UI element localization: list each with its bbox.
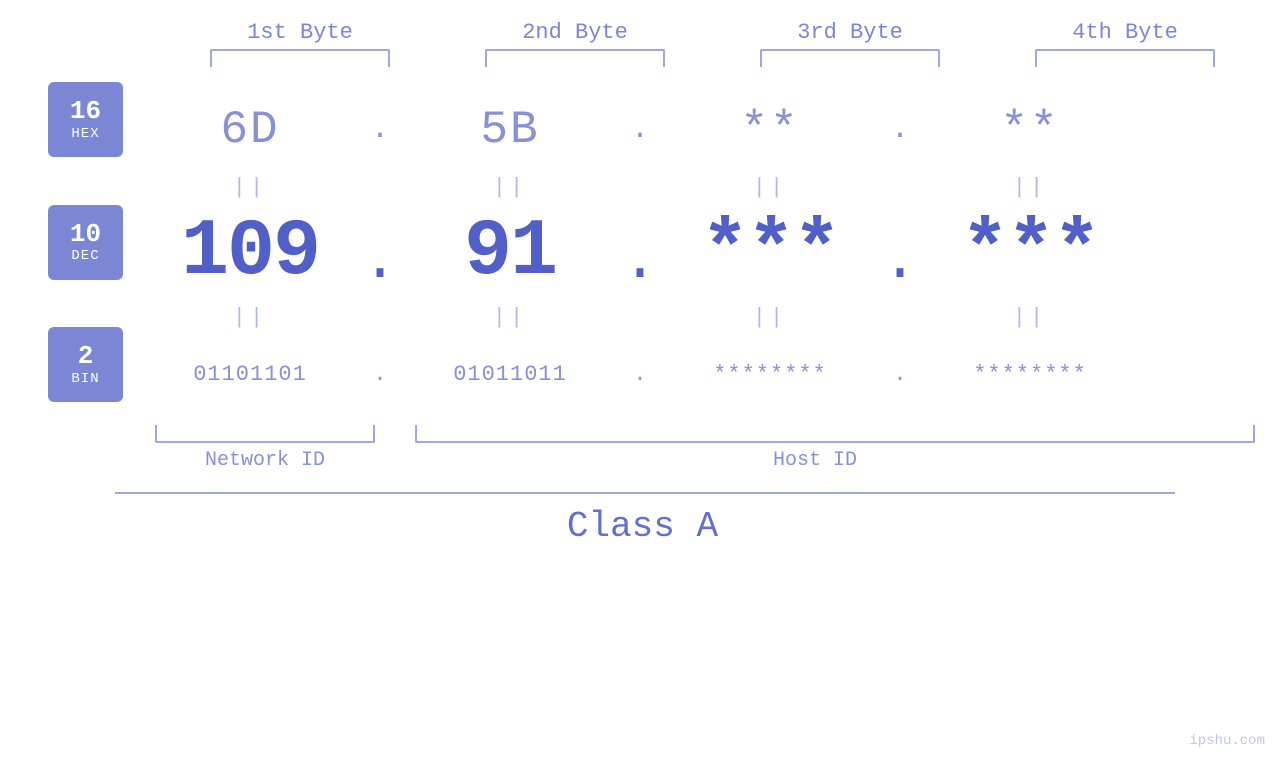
eq2-byte3: || (660, 305, 880, 330)
hex-row: 6D . 5B . ** . ** (140, 87, 1285, 172)
hex-byte3-value: ** (740, 104, 799, 156)
byte4-header: 4th Byte (1025, 20, 1225, 45)
bottom-section: Network ID Host ID (0, 425, 1285, 472)
dec-sep3: . (880, 232, 920, 292)
dec-sep2: . (620, 232, 660, 292)
bottom-bracket-network (155, 425, 375, 443)
dec-row: 109 . 91 . *** . *** (140, 202, 1285, 302)
dec-byte2-cell: 91 (400, 207, 620, 298)
eq1-byte2: || (400, 175, 620, 200)
host-id-label: Host ID (375, 449, 1255, 472)
byte3-header: 3rd Byte (750, 20, 950, 45)
bin-row: 01101101 . 01011011 . ******** . *******… (140, 332, 1285, 417)
bin-byte1-value: 01101101 (193, 362, 307, 387)
hex-byte4-cell: ** (920, 104, 1140, 156)
equals-row-2: || || || || (140, 302, 1285, 332)
hex-sep1: . (360, 113, 400, 147)
top-brackets (163, 49, 1263, 67)
class-bracket-line (115, 492, 1175, 494)
dec-byte3-value: *** (701, 207, 839, 298)
dec-badge: 10 DEC (48, 205, 123, 280)
eq2-byte1: || (140, 305, 360, 330)
hex-byte2-value: 5B (480, 104, 539, 156)
watermark: ipshu.com (1189, 733, 1265, 749)
bottom-labels: Network ID Host ID (155, 449, 1255, 472)
hex-byte3-cell: ** (660, 104, 880, 156)
byte1-header: 1st Byte (200, 20, 400, 45)
byte2-header: 2nd Byte (475, 20, 675, 45)
hex-byte1-value: 6D (220, 104, 279, 156)
hex-name: HEX (71, 126, 99, 142)
bracket-byte3 (760, 49, 940, 67)
eq2-byte2: || (400, 305, 620, 330)
values-grid: 6D . 5B . ** . ** || || (140, 77, 1285, 417)
base-labels: 16 HEX 10 DEC 2 BIN (0, 77, 140, 417)
hex-byte1-cell: 6D (140, 104, 360, 156)
byte-headers: 1st Byte 2nd Byte 3rd Byte 4th Byte (163, 20, 1263, 45)
bin-byte2-value: 01011011 (453, 362, 567, 387)
bottom-brackets (155, 425, 1255, 443)
bin-byte4-value: ******** (973, 362, 1087, 387)
dec-number: 10 (70, 220, 101, 249)
hex-byte4-value: ** (1000, 104, 1059, 156)
bin-byte2-cell: 01011011 (400, 362, 620, 387)
bin-byte4-cell: ******** (920, 362, 1140, 387)
eq2-byte4: || (920, 305, 1140, 330)
class-section: Class A (0, 492, 1285, 547)
dec-byte3-cell: *** (660, 207, 880, 298)
bracket-byte4 (1035, 49, 1215, 67)
dec-byte1-cell: 109 (140, 207, 360, 298)
dec-byte4-cell: *** (920, 207, 1140, 298)
bin-byte3-cell: ******** (660, 362, 880, 387)
bracket-byte1 (210, 49, 390, 67)
bin-byte1-cell: 01101101 (140, 362, 360, 387)
bracket-byte2 (485, 49, 665, 67)
bin-sep1: . (360, 362, 400, 387)
main-container: 1st Byte 2nd Byte 3rd Byte 4th Byte 16 H… (0, 0, 1285, 767)
bin-number: 2 (78, 342, 94, 371)
bin-sep2: . (620, 362, 660, 387)
eq1-byte4: || (920, 175, 1140, 200)
bottom-bracket-host (415, 425, 1255, 443)
dec-name: DEC (71, 248, 99, 264)
hex-sep3: . (880, 113, 920, 147)
content-area: 16 HEX 10 DEC 2 BIN (0, 77, 1285, 417)
bin-name: BIN (71, 371, 99, 387)
hex-number: 16 (70, 97, 101, 126)
hex-badge: 16 HEX (48, 82, 123, 157)
bin-sep3: . (880, 362, 920, 387)
hex-sep2: . (620, 113, 660, 147)
dec-sep1: . (360, 232, 400, 292)
bin-badge: 2 BIN (48, 327, 123, 402)
equals-row-1: || || || || (140, 172, 1285, 202)
dec-byte1-value: 109 (181, 207, 319, 298)
bin-byte3-value: ******** (713, 362, 827, 387)
eq1-byte1: || (140, 175, 360, 200)
network-id-label: Network ID (155, 449, 375, 472)
dec-byte2-value: 91 (464, 207, 556, 298)
eq1-byte3: || (660, 175, 880, 200)
hex-byte2-cell: 5B (400, 104, 620, 156)
dec-byte4-value: *** (961, 207, 1099, 298)
class-label: Class A (0, 506, 1285, 547)
